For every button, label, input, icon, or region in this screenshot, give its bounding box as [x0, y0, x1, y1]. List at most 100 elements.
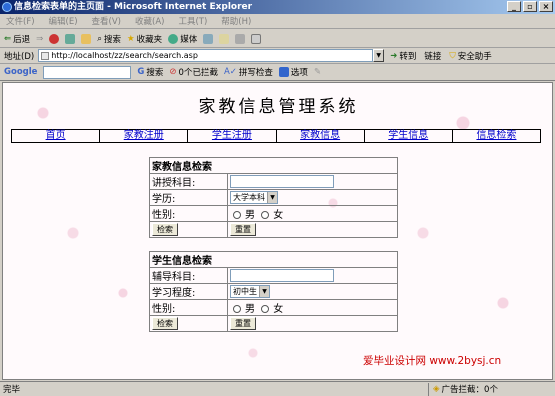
shield-icon: ⛉: [449, 50, 456, 61]
google-logo[interactable]: Google: [4, 67, 37, 77]
search-label: 搜索: [104, 34, 122, 45]
popup-blocker-icon: ⊘: [169, 67, 177, 77]
nav-student-info[interactable]: 学生信息: [365, 130, 453, 142]
menu-file[interactable]: 文件(F): [6, 15, 35, 27]
student-gender-female-radio[interactable]: [261, 305, 270, 313]
popup-blocker-status[interactable]: ◈ 广告拦截：0个: [428, 382, 498, 396]
address-input[interactable]: http://localhost/zz/search/search.asp: [38, 49, 374, 62]
tutor-gender-male-label: 男: [245, 210, 255, 221]
page-heading: 家教信息管理系统: [198, 97, 359, 117]
nav-tutor-info[interactable]: 家教信息: [277, 130, 365, 142]
popup-blocker-status-label: 广告拦截：0个: [441, 385, 498, 395]
print-button[interactable]: [235, 33, 246, 44]
title-bar: 信息检索表单的主页面 - Microsoft Internet Explorer…: [0, 0, 555, 14]
student-search-form: 学生信息检索 辅导科目: 学习程度: 初中生 ▼ 性别: 男 女 检索 重置: [149, 251, 398, 332]
go-arrow-icon: ➜: [390, 50, 398, 61]
spellcheck-icon: A✓: [223, 67, 237, 77]
menu-edit[interactable]: 编辑(E): [49, 15, 78, 27]
google-g-icon: G: [137, 67, 145, 77]
address-dropdown[interactable]: ▼: [373, 49, 385, 62]
browser-window: 信息检索表单的主页面 - Microsoft Internet Explorer…: [0, 0, 555, 396]
links-button[interactable]: 链接: [424, 50, 441, 62]
spellcheck-button[interactable]: A✓ 拼写检查: [224, 66, 273, 78]
media-icon: [168, 33, 179, 44]
history-button[interactable]: [203, 33, 214, 44]
edit-button[interactable]: [251, 33, 262, 44]
back-label: 后退: [13, 34, 31, 45]
tutor-education-select[interactable]: 大学本科 ▼: [230, 191, 278, 204]
google-search-button[interactable]: G 搜索: [137, 66, 163, 78]
student-level-label: 学习程度:: [149, 283, 228, 300]
tutor-search-form: 家教信息检索 讲授科目: 学历: 大学本科 ▼ 性别: 男 女 检索 重置: [149, 157, 398, 238]
mail-icon: [219, 33, 230, 44]
google-search-label: 搜索: [146, 68, 164, 78]
edit-icon: [251, 33, 262, 44]
student-gender-label: 性别:: [149, 299, 228, 316]
options-label: 选项: [290, 68, 308, 78]
student-search-button[interactable]: 检索: [152, 317, 178, 330]
tutor-subject-input[interactable]: [230, 175, 334, 188]
student-reset-button[interactable]: 重置: [230, 317, 256, 330]
tutor-gender-male-radio[interactable]: [233, 211, 241, 219]
favorites-label: 收藏夹: [136, 34, 163, 45]
highlight-pen-icon[interactable]: ✎: [314, 67, 321, 77]
stop-button[interactable]: [49, 33, 60, 44]
search-button[interactable]: ⌕ 搜索: [97, 33, 121, 45]
tutor-search-button[interactable]: 检索: [152, 223, 178, 236]
media-label: 媒体: [180, 34, 198, 45]
address-bar: 地址(D) http://localhost/zz/search/search.…: [0, 48, 555, 64]
maximize-button[interactable]: ▫: [523, 1, 537, 12]
minimize-button[interactable]: _: [507, 1, 521, 12]
refresh-button[interactable]: [65, 33, 76, 44]
security-button[interactable]: ⛉ 安全助手: [449, 50, 491, 62]
back-button[interactable]: ⇐ 后退: [4, 33, 30, 45]
tutor-reset-button[interactable]: 重置: [230, 223, 256, 236]
tutor-gender-label: 性别:: [149, 205, 228, 222]
go-button[interactable]: ➜ 转到: [390, 50, 416, 62]
forward-button[interactable]: ⇒: [36, 34, 43, 44]
close-button[interactable]: ×: [539, 1, 553, 12]
nav-tutor-register[interactable]: 家教注册: [100, 130, 189, 142]
options-button[interactable]: 选项: [278, 66, 308, 78]
student-gender-male-label: 男: [245, 304, 255, 315]
back-arrow-icon: ⇐: [4, 33, 12, 44]
google-toolbar: Google G 搜索 ⊘ 0个已拦截 A✓ 拼写检查 选项 ✎: [0, 64, 555, 81]
window-title: 信息检索表单的主页面 - Microsoft Internet Explorer: [14, 2, 253, 12]
menu-tools[interactable]: 工具(T): [178, 15, 207, 27]
stop-icon: [49, 33, 60, 44]
menu-help[interactable]: 帮助(H): [221, 15, 251, 27]
security-label: 安全助手: [457, 51, 492, 62]
popup-blocker-status-icon: ◈: [433, 384, 440, 394]
go-label: 转到: [399, 51, 417, 62]
nav-info-search[interactable]: 信息检索: [453, 130, 540, 142]
favorites-button[interactable]: ★ 收藏夹: [127, 33, 162, 45]
tutor-gender-female-radio[interactable]: [261, 211, 270, 219]
favorites-star-icon: ★: [127, 33, 135, 44]
menu-view[interactable]: 查看(V): [92, 15, 121, 27]
google-search-input[interactable]: [43, 65, 132, 79]
nav-student-register[interactable]: 学生注册: [188, 130, 277, 142]
mail-button[interactable]: [219, 33, 230, 44]
status-bar: 完毕 ◈ 广告拦截：0个: [0, 381, 555, 396]
student-level-select[interactable]: 初中生 ▼: [230, 285, 270, 298]
search-icon: ⌕: [97, 33, 103, 44]
ie-icon: [2, 2, 12, 12]
history-icon: [203, 33, 214, 44]
print-icon: [235, 33, 246, 44]
tutor-subject-label: 讲授科目:: [149, 173, 228, 190]
student-form-title: 学生信息检索: [149, 251, 398, 268]
media-button[interactable]: 媒体: [168, 33, 197, 45]
nav-home[interactable]: 首页: [12, 130, 101, 142]
tutor-education-value: 大学本科: [233, 193, 265, 202]
student-subject-input[interactable]: [230, 269, 334, 282]
main-nav: 首页 家教注册 学生注册 家教信息 学生信息 信息检索: [11, 129, 541, 143]
student-gender-male-radio[interactable]: [233, 305, 241, 313]
menu-favorites[interactable]: 收藏(A): [135, 15, 164, 27]
tutor-education-label: 学历:: [149, 189, 228, 206]
home-icon: [81, 33, 92, 44]
popup-blocker-label: 0个已拦截: [178, 68, 218, 78]
popup-blocker-button[interactable]: ⊘ 0个已拦截: [169, 66, 218, 78]
standard-toolbar: ⇐ 后退 ⇒ ⌕ 搜索 ★ 收藏夹 媒体: [0, 30, 555, 48]
refresh-icon: [65, 33, 76, 44]
home-button[interactable]: [81, 33, 92, 44]
